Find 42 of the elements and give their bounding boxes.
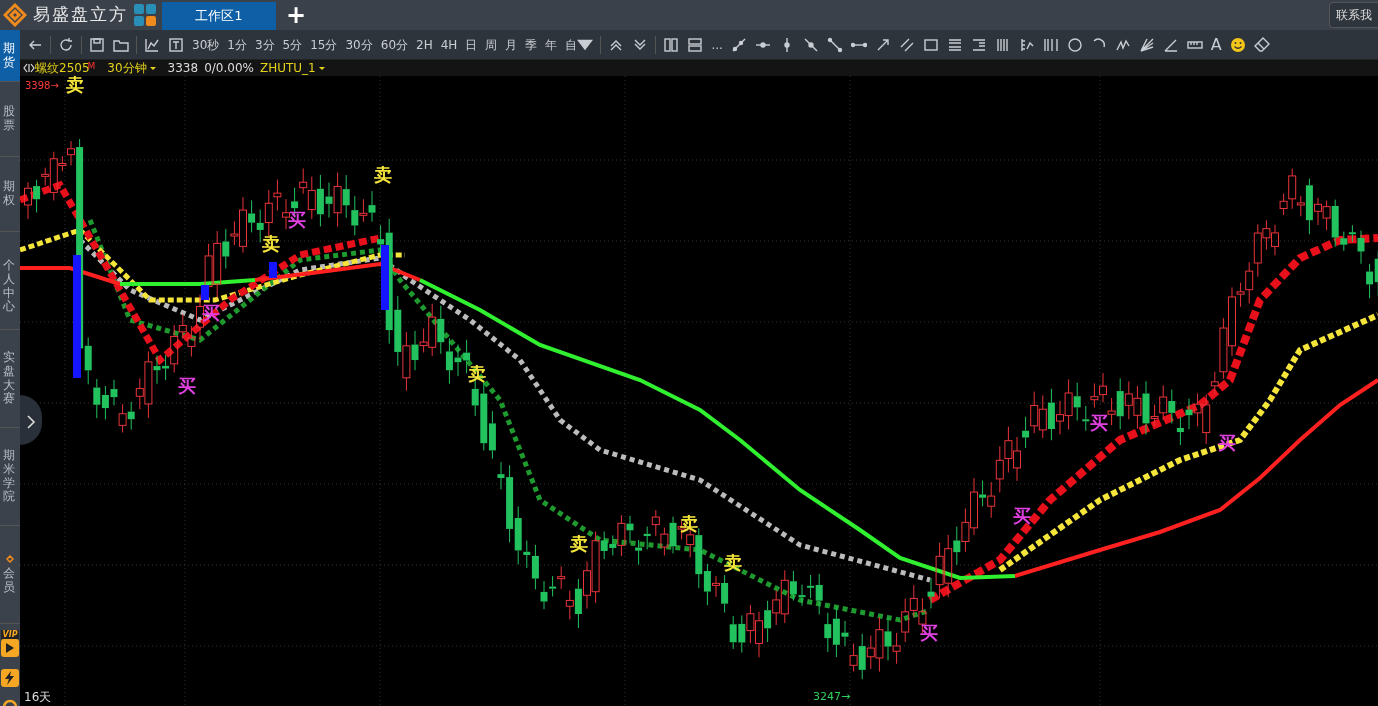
buy-signal: 买: [920, 624, 938, 642]
sell-signal: 卖: [570, 535, 588, 553]
workspace-tab[interactable]: 工作区1: [162, 2, 276, 30]
custom-period-dropdown[interactable]: 自: [561, 32, 598, 57]
period-button[interactable]: 年: [541, 32, 562, 57]
buy-signal: 买: [1013, 507, 1031, 525]
sell-signal: 卖: [262, 235, 280, 253]
period-button[interactable]: 季: [521, 32, 542, 57]
sell-signal: 卖: [680, 515, 698, 533]
template-dropdown[interactable]: ZHUTU_1: [259, 60, 325, 76]
contact-button[interactable]: 联系我: [1329, 2, 1378, 28]
buy-signal: 买: [288, 211, 306, 229]
buy-signal: 买: [202, 304, 220, 322]
period-button[interactable]: 月: [501, 32, 522, 57]
period-button[interactable]: 4H: [436, 32, 462, 57]
low-price-label: 3247→: [813, 691, 851, 702]
period-button[interactable]: 周: [481, 32, 502, 57]
period-button[interactable]: 日: [461, 32, 482, 57]
period-dropdown[interactable]: 30分钟: [107, 60, 156, 76]
last-price: 3338: [167, 60, 199, 76]
text-tool-button[interactable]: A: [1206, 32, 1226, 57]
price-change: 0/0.00%: [204, 60, 254, 76]
period-button[interactable]: 60分: [376, 32, 413, 57]
period-button[interactable]: 30秒: [188, 32, 224, 57]
period-button[interactable]: 15分: [306, 32, 342, 57]
period-button[interactable]: 5分: [278, 32, 307, 57]
period-button[interactable]: 30分: [341, 32, 377, 57]
high-price-label: 3398→: [25, 81, 59, 91]
buy-signal: 买: [1090, 414, 1108, 432]
app-title: 易盛盘立方: [33, 3, 128, 27]
period-button[interactable]: 1分: [223, 32, 251, 57]
sell-signal: 卖: [374, 166, 392, 184]
buy-signal: 买: [178, 377, 196, 395]
period-button[interactable]: 3分: [250, 32, 279, 57]
time-range-label: 16天: [24, 691, 52, 703]
sell-signal: 卖: [66, 76, 84, 94]
add-tab-button[interactable]: +: [276, 0, 317, 30]
sidebar-tab[interactable]: 期货: [0, 30, 20, 82]
more-button[interactable]: ...: [707, 32, 727, 57]
vip-badge: VIP: [1, 630, 19, 639]
sell-signal: 卖: [724, 554, 742, 572]
period-button[interactable]: 2H: [412, 32, 437, 57]
